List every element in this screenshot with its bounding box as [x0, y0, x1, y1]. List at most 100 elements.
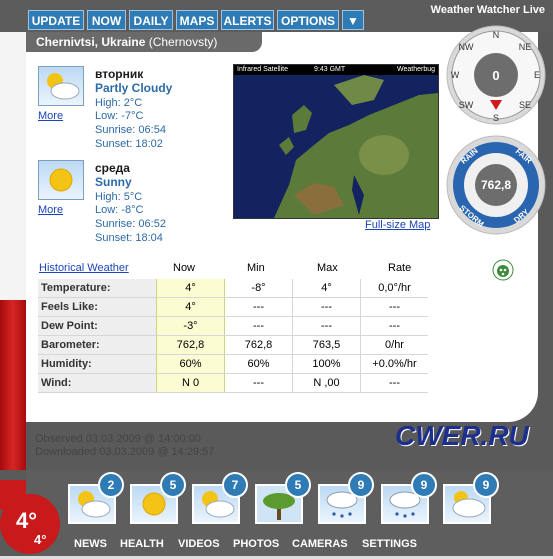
observed-time: Observed 03.03.2009 @ 14:00:00	[35, 433, 201, 445]
forecast-condition-1: Partly Cloudy	[95, 81, 173, 95]
map-header: Infrared Satellite 9:43 GMT Weatherbug	[234, 65, 438, 75]
cell-max: 4°	[292, 279, 361, 298]
cell-rate: ---	[360, 297, 428, 317]
daily-button[interactable]: DAILY	[129, 10, 173, 30]
location-alt-name: (Chernovsty)	[148, 35, 218, 49]
forecast-low-2: Low: -8°C	[95, 204, 144, 216]
col-max: Max	[317, 262, 338, 274]
forecast-sunset-1: Sunset: 18:02	[95, 138, 163, 150]
now-button[interactable]: NOW	[87, 10, 126, 30]
full-size-map-link[interactable]: Full-size Map	[365, 219, 430, 231]
cell-now: N 0	[156, 373, 225, 393]
compass-e: E	[534, 70, 540, 80]
map-label-time: 9:43 GMT	[314, 66, 346, 73]
tile-count-badge: 5	[285, 472, 311, 498]
partly-cloudy-icon	[70, 491, 114, 525]
cell-max: N ,00	[292, 373, 361, 393]
maps-button[interactable]: MAPS	[176, 10, 218, 30]
app-title: Weather Watcher Live	[430, 4, 545, 16]
sunny-icon	[132, 492, 176, 525]
forecast-sunrise-2: Sunrise: 06:52	[95, 218, 166, 230]
nav-videos[interactable]: VIDEOS	[178, 538, 220, 550]
cell-max: ---	[292, 297, 361, 317]
alerts-button[interactable]: ALERTS	[221, 10, 274, 30]
compass-w: W	[451, 70, 460, 80]
dropdown-button[interactable]: ▼	[342, 10, 364, 30]
compass-ne: NE	[519, 42, 532, 52]
row-label: Temperature:	[38, 279, 157, 298]
row-label: Barometer:	[38, 335, 157, 355]
cell-min: 60%	[224, 354, 293, 374]
tile-count-badge: 9	[473, 472, 499, 498]
cell-min: ---	[224, 297, 293, 317]
nav-health[interactable]: HEALTH	[120, 538, 164, 550]
cell-rate: 0/hr	[360, 335, 428, 355]
row-label: Wind:	[38, 373, 157, 393]
cell-now: -3°	[156, 316, 225, 336]
forecast-high-1: High: 2°C	[95, 97, 143, 109]
cell-min: 762,8	[224, 335, 293, 355]
row-label: Humidity:	[38, 354, 157, 374]
satellite-map[interactable]: Infrared Satellite 9:43 GMT Weatherbug	[233, 64, 439, 219]
table-row: Humidity: 60% 60% 100% +0.0%/hr	[38, 354, 428, 374]
cell-min: ---	[224, 373, 293, 393]
compass-se: SE	[519, 100, 531, 110]
col-now: Now	[173, 262, 196, 274]
update-button[interactable]: UPDATE	[28, 10, 84, 30]
sunny-icon	[38, 160, 84, 200]
nav-photos[interactable]: PHOTOS	[233, 538, 279, 550]
app-window: UPDATE NOW DAILY MAPS ALERTS OPTIONS ▼ W…	[0, 0, 553, 556]
partly-cloudy-icon	[194, 491, 238, 525]
cell-min: -8°	[224, 279, 293, 298]
chevron-down-icon: ▼	[347, 14, 359, 28]
forecast-condition-2: Sunny	[95, 175, 132, 189]
current-temp: 4°	[16, 508, 38, 533]
europe-map-image	[234, 75, 438, 218]
table-row: Wind: N 0 --- N ,00 ---	[38, 373, 428, 393]
col-min: Min	[247, 262, 265, 274]
current-feels-temp: 4°	[34, 532, 47, 547]
table-row: Barometer: 762,8 762,8 763,5 0/hr	[38, 335, 428, 355]
cell-rate: ---	[360, 373, 428, 393]
row-label: Dew Point:	[38, 316, 157, 336]
more-link-2[interactable]: More	[38, 204, 63, 216]
cell-now: 60%	[156, 354, 225, 374]
map-label-left: Infrared Satellite	[237, 66, 288, 73]
cell-rate: ---	[360, 316, 428, 336]
location-bar: Chernivtsi, Ukraine (Chernovsty)	[26, 32, 262, 52]
tile-count-badge: 7	[222, 472, 248, 498]
forecast-high-2: High: 5°C	[95, 191, 143, 203]
tile-count-badge: 9	[348, 472, 374, 498]
cell-max: 100%	[292, 354, 361, 374]
cell-now: 4°	[156, 279, 225, 298]
row-label: Feels Like:	[38, 297, 157, 317]
rain-icon	[383, 491, 427, 525]
nav-cameras[interactable]: CAMERAS	[292, 538, 348, 550]
weather-table: Temperature: 4° -8° 4° 0,0°/hr Feels Like: 4° -…	[38, 279, 428, 393]
compass-value: 0	[492, 68, 499, 83]
nav-news[interactable]: NEWS	[74, 538, 107, 550]
compass-s: S	[493, 113, 499, 123]
compass-n: N	[493, 30, 500, 40]
compass-nw: NW	[459, 42, 474, 52]
more-link-1[interactable]: More	[38, 110, 63, 122]
compass-sw: SW	[459, 100, 474, 110]
historical-weather-link[interactable]: Historical Weather	[39, 262, 129, 274]
cell-max: ---	[292, 316, 361, 336]
tile-count-badge: 2	[98, 472, 124, 498]
cloudy-icon	[445, 491, 489, 525]
forecast-day-1: вторник	[95, 67, 144, 81]
table-row: Feels Like: 4° --- --- ---	[38, 297, 428, 317]
cell-min: ---	[224, 316, 293, 336]
tile-count-badge: 9	[411, 472, 437, 498]
ladybug-icon[interactable]	[492, 259, 514, 281]
cell-now: 762,8	[156, 335, 225, 355]
forecast-sunrise-1: Sunrise: 06:54	[95, 124, 166, 136]
nav-settings[interactable]: SETTINGS	[362, 538, 417, 550]
col-rate: Rate	[388, 262, 412, 274]
cell-max: 763,5	[292, 335, 361, 355]
watermark: CWER.RU	[395, 420, 529, 451]
barometer-value: 762,8	[481, 178, 511, 192]
map-label-right: Weatherbug	[396, 66, 435, 73]
options-button[interactable]: OPTIONS	[277, 10, 339, 30]
